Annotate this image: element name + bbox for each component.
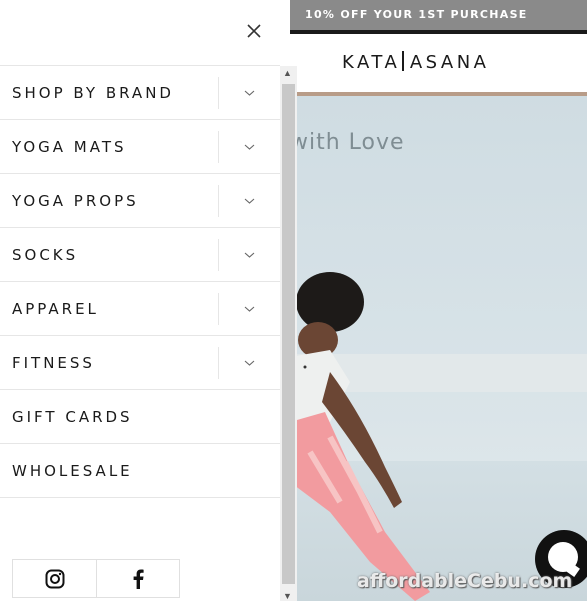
chevron-down-icon[interactable] (244, 250, 255, 260)
menu-item-label[interactable]: APPAREL (0, 300, 99, 318)
menu-item-divider (218, 293, 219, 325)
promo-banner[interactable]: 10% OFF YOUR 1ST PURCHASE (290, 0, 587, 30)
menu-item-yoga-props[interactable]: YOGA PROPS (0, 174, 280, 228)
menu-item-divider (218, 131, 219, 163)
menu-item-fitness[interactable]: FITNESS (0, 336, 280, 390)
hero-tagline: with Love (290, 130, 405, 155)
logo-separator (402, 51, 404, 71)
scroll-up-arrow-icon[interactable]: ▲ (283, 68, 292, 78)
menu-item-label[interactable]: YOGA PROPS (0, 192, 139, 210)
instagram-icon (45, 569, 64, 588)
social-links (12, 559, 180, 598)
drawer-scrollbar[interactable]: ▲ ▼ (280, 66, 297, 601)
logo-left: KATA (342, 52, 401, 73)
scrollbar-thumb[interactable] (282, 84, 295, 584)
menu-item-label[interactable]: WHOLESALE (0, 462, 133, 480)
menu-item-label[interactable]: FITNESS (0, 354, 95, 372)
menu-item-divider (218, 239, 219, 271)
nav-drawer: SHOP BY BRAND YOGA MATS YOGA PROPS SOCKS… (0, 0, 280, 601)
site-header: KATA ASANA (290, 30, 587, 92)
menu-item-shop-by-brand[interactable]: SHOP BY BRAND (0, 66, 280, 120)
menu-item-label[interactable]: SHOP BY BRAND (0, 84, 174, 102)
menu-item-label[interactable]: YOGA MATS (0, 138, 127, 156)
drawer-menu: SHOP BY BRAND YOGA MATS YOGA PROPS SOCKS… (0, 65, 280, 498)
hero-top-strip (290, 92, 587, 96)
menu-item-gift-cards[interactable]: GIFT CARDS (0, 390, 280, 444)
chevron-down-icon[interactable] (244, 142, 255, 152)
scroll-down-arrow-icon[interactable]: ▼ (283, 591, 292, 601)
facebook-icon (133, 569, 144, 589)
menu-item-socks[interactable]: SOCKS (0, 228, 280, 282)
menu-item-divider (218, 185, 219, 217)
chevron-down-icon[interactable] (244, 358, 255, 368)
chevron-down-icon[interactable] (244, 88, 255, 98)
menu-item-yoga-mats[interactable]: YOGA MATS (0, 120, 280, 174)
facebook-link[interactable] (96, 560, 179, 597)
menu-item-wholesale[interactable]: WHOLESALE (0, 444, 280, 498)
menu-item-label[interactable]: SOCKS (0, 246, 78, 264)
menu-item-apparel[interactable]: APPAREL (0, 282, 280, 336)
site-logo[interactable]: KATA ASANA (342, 51, 490, 73)
watermark-text: affordableCebu.com (357, 570, 573, 592)
chevron-down-icon[interactable] (244, 304, 255, 314)
menu-item-label[interactable]: GIFT CARDS (0, 408, 133, 426)
menu-item-divider (218, 347, 219, 379)
menu-item-divider (218, 77, 219, 109)
instagram-link[interactable] (13, 560, 96, 597)
close-icon (247, 24, 261, 38)
hero-banner: with Love (290, 92, 587, 601)
logo-right: ASANA (409, 52, 490, 73)
chevron-down-icon[interactable] (244, 196, 255, 206)
close-button[interactable] (243, 20, 265, 42)
chat-icon (548, 542, 578, 572)
